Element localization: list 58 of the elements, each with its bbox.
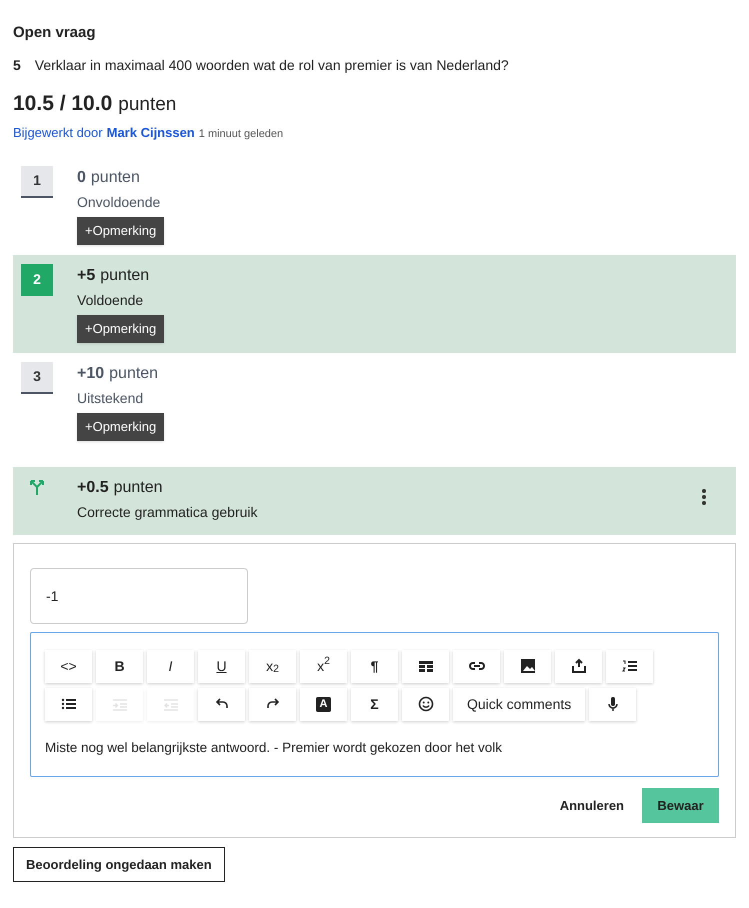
quick-comments-button[interactable]: Quick comments	[453, 688, 586, 720]
criterion-label: Voldoende	[77, 290, 144, 310]
comment-editor[interactable]: <> B I U x$_{2}$ x$^{2}$ ¶ A Σ Quick comments Miste nog wel belangrijkste antwoord. - Premier wordt gekozen door het volk	[30, 632, 719, 777]
points-value: 0	[77, 168, 86, 188]
save-button[interactable]: Bewaar	[642, 788, 719, 823]
toolbar-button[interactable]: Σ	[351, 688, 398, 720]
points-input[interactable]: -1	[30, 568, 248, 624]
points-unit: punten	[90, 168, 140, 188]
toolbar-button[interactable]	[504, 650, 551, 682]
toolbar-button[interactable]	[589, 688, 636, 720]
criterion-number: 3	[21, 362, 53, 394]
toolbar-button[interactable]	[453, 650, 500, 682]
upload-icon	[570, 657, 588, 675]
question-type: Open vraag	[13, 23, 97, 43]
cancel-button[interactable]: Annuleren	[560, 796, 624, 815]
score-unit: punten	[118, 92, 176, 116]
toolbar-button[interactable]: B	[96, 650, 143, 682]
add-remark-button[interactable]: +Opmerking	[77, 412, 164, 440]
updated-time: 1 minuut geleden	[198, 127, 284, 142]
toolbar-button[interactable]	[45, 688, 92, 720]
toolbar-button[interactable]	[402, 650, 449, 682]
points-unit: punten	[109, 364, 158, 384]
toolbar-button[interactable]	[402, 688, 449, 720]
comment-text: Miste nog wel belangrijkste antwoord. - Premier wordt gekozen door het volk	[45, 738, 503, 757]
toolbar-button[interactable]: x$_{2}$	[249, 650, 296, 682]
toolbar-button[interactable]: U	[198, 650, 245, 682]
points-value: +5	[77, 266, 96, 286]
criterion-label: Correcte grammatica gebruik	[77, 502, 259, 522]
toolbar-button[interactable]: ¶	[351, 650, 398, 682]
undo-grading-button[interactable]: Beoordeling ongedaan maken	[13, 846, 225, 882]
points-value: +0.5	[77, 478, 109, 498]
criterion-label: Onvoldoende	[77, 192, 162, 212]
text-color-icon: A	[316, 696, 331, 712]
points-unit: punten	[114, 478, 163, 498]
question-number: 5	[13, 56, 21, 74]
smiley-icon	[416, 695, 434, 713]
toolbar-button[interactable]: <>	[45, 650, 92, 682]
image-icon	[518, 657, 536, 675]
adjustment-row[interactable]: +0.5 punten Correcte grammatica gebruik	[13, 466, 736, 534]
updated-label: Bijgewerkt door	[13, 124, 103, 142]
add-remark-button[interactable]: +Opmerking	[77, 314, 164, 342]
toolbar-button[interactable]: x$^{2}$	[300, 650, 347, 682]
points-value: +10	[77, 364, 104, 384]
toolbar-button[interactable]: I	[147, 650, 194, 682]
criterion-number: 2	[21, 264, 53, 296]
criterion-number: 1	[21, 166, 53, 198]
question-text: Verklaar in maximaal 400 woorden wat de rol van premier is van Nederland?	[34, 56, 509, 75]
score: 10.5 / 10.0	[13, 90, 112, 116]
add-remark-button[interactable]: +Opmerking	[77, 216, 164, 244]
points-unit: punten	[100, 266, 150, 286]
more-icon[interactable]	[702, 488, 706, 504]
branch-icon	[28, 478, 46, 496]
criterion-row[interactable]: 2 +5 punten Voldoende +Opmerking	[13, 254, 736, 352]
criterion-label: Uitstekend	[77, 388, 144, 408]
toolbar-button[interactable]	[606, 650, 653, 682]
toolbar-button[interactable]	[555, 650, 602, 682]
toolbar-button[interactable]: A	[300, 688, 347, 720]
author-link[interactable]: Mark Cijnssen	[106, 123, 195, 142]
